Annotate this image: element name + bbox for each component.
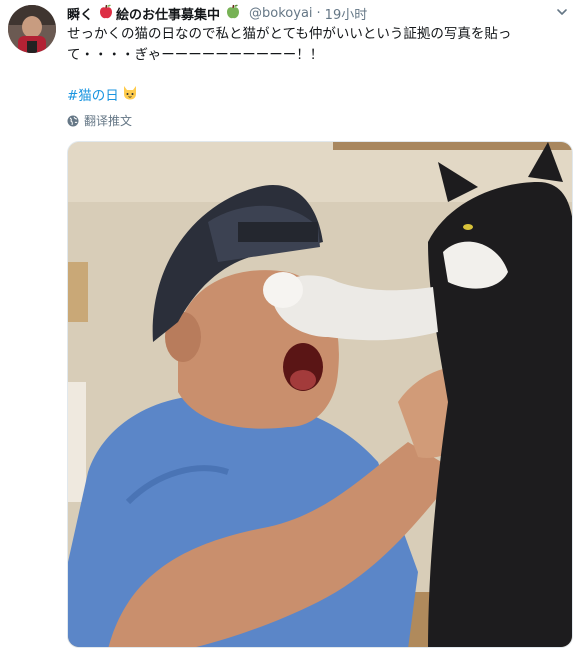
tweet-text: せっかくの猫の日なので私と猫がとても仲がいいという証拠の写真を貼って・・・・ぎゃ…: [67, 26, 512, 63]
hashtag-text: #猫の日: [67, 88, 119, 104]
display-name-text: 瞬く: [67, 7, 94, 23]
translate-tweet-link[interactable]: 翻译推文: [67, 112, 132, 129]
globe-icon: [67, 115, 79, 126]
cat-face-icon: [122, 85, 138, 104]
translate-label: 翻译推文: [84, 114, 133, 128]
user-handle[interactable]: @bokoyai: [249, 6, 313, 21]
red-apple-icon: [99, 4, 113, 23]
avatar[interactable]: [8, 5, 56, 53]
timestamp[interactable]: 19小时: [325, 4, 368, 23]
avatar-image: [8, 5, 56, 53]
tweet-header: 瞬く 絵のお仕事募集中 @bokoyai · 19小时: [67, 3, 367, 23]
green-apple-icon: [226, 4, 240, 23]
chevron-down-icon[interactable]: [555, 4, 569, 18]
tweet: 瞬く 絵のお仕事募集中 @bokoyai · 19小时 せっかくの猫の日なので私…: [0, 0, 579, 655]
display-name-suffix: 絵のお仕事募集中: [116, 7, 221, 23]
photo-man-and-cat: [68, 142, 572, 647]
display-name[interactable]: 瞬く 絵のお仕事募集中: [67, 4, 243, 23]
separator-dot: ·: [316, 5, 321, 21]
hashtag-link[interactable]: #猫の日: [67, 84, 141, 104]
tweet-photo[interactable]: [67, 141, 573, 648]
